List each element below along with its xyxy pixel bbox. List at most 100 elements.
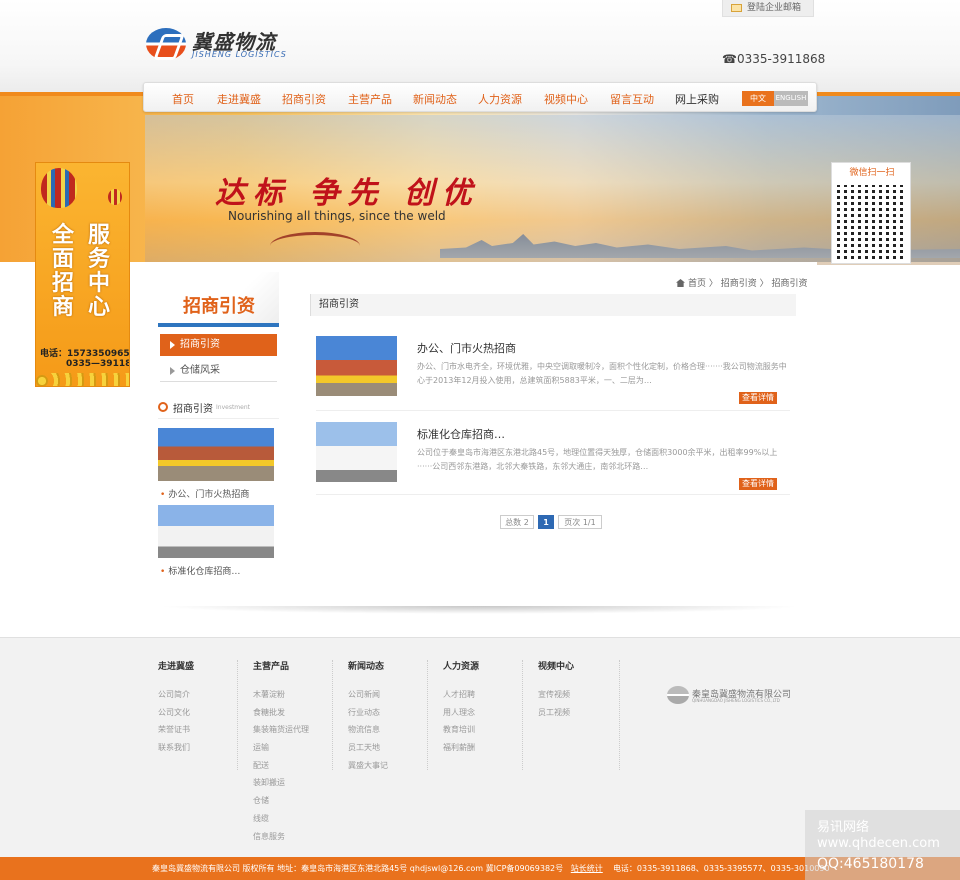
footer-link[interactable]: 宣传视频 xyxy=(538,689,574,707)
mail-label: 登陆企业邮箱 xyxy=(747,3,802,13)
footer-link[interactable]: 食糖批发 xyxy=(253,707,309,725)
copyright-text: 秦皇岛冀盛物流有限公司 版权所有 地址：秦皇岛市海港区东港北路45号 qhdjs… xyxy=(152,864,564,873)
nav-purchase[interactable]: 网上采购 xyxy=(675,91,719,107)
footer-column-products: 主营产品 木薯淀粉 食糖批发 集装箱货运代理 运输 配送 装卸搬运 仓储 线缆 … xyxy=(253,659,309,848)
footer-heading: 主营产品 xyxy=(253,662,290,672)
nav-news[interactable]: 新闻动态 xyxy=(413,91,457,107)
sidebar-item-warehouse[interactable]: 仓储风采 xyxy=(160,360,277,382)
float-ad-phone2: 0335—3911868 xyxy=(66,359,129,369)
footer-separator xyxy=(619,660,620,770)
footer-link[interactable]: 联系我们 xyxy=(158,742,194,760)
footer-link[interactable]: 员工视频 xyxy=(538,707,574,725)
wechat-qr-float[interactable]: 微信扫一扫 xyxy=(831,162,911,264)
home-icon xyxy=(676,279,685,287)
nav-about[interactable]: 走进冀盛 xyxy=(217,91,261,107)
header-phone: ☎0335-3911868 xyxy=(722,52,826,66)
lang-english-button[interactable]: ENGLISH xyxy=(774,91,808,106)
footer-link[interactable]: 物流信息 xyxy=(348,724,388,742)
investment-heading: 招商引资 xyxy=(173,404,213,415)
lang-chinese-button[interactable]: 中文 xyxy=(742,91,774,106)
header-background xyxy=(0,0,960,92)
sidebar-title: 招商引资 xyxy=(183,296,255,317)
banner-slogan-english: Nourishing all things, since the weld xyxy=(228,209,446,223)
footer-link[interactable]: 配送 xyxy=(253,760,309,778)
sidebar-header: 招商引资 xyxy=(158,272,279,327)
footer-link[interactable]: 集装箱货运代理 xyxy=(253,724,309,742)
divider xyxy=(316,410,790,411)
nav-message[interactable]: 留言互动 xyxy=(610,91,654,107)
nav-home[interactable]: 首页 xyxy=(172,91,194,107)
article-summary: 公司位于秦皇岛市海港区东港北路45号，地理位置得天独厚，仓储面积3000余平米，… xyxy=(417,448,778,471)
pager-page-1[interactable]: 1 xyxy=(538,515,554,529)
balloon-small-icon xyxy=(108,189,122,205)
footer-link[interactable]: 信息服务 xyxy=(253,831,309,849)
footer-separator xyxy=(332,660,333,770)
pager-pages: 页次 1/1 xyxy=(558,515,602,529)
watermark-line3: QQ:465180178 xyxy=(817,856,924,872)
circle-icon xyxy=(158,402,168,412)
footer-link[interactable]: 教育培训 xyxy=(443,724,479,742)
article-thumbnail[interactable] xyxy=(316,336,397,396)
footer-link[interactable]: 人才招聘 xyxy=(443,689,479,707)
sidebar-caption-office[interactable]: • 办公、门市火热招商 xyxy=(160,487,249,500)
company-logo[interactable]: 冀盛物流 JISHENG LOGISTICS xyxy=(146,26,306,68)
footer-heading: 走进冀盛 xyxy=(158,662,195,672)
view-details-button[interactable]: 查看详情 xyxy=(739,392,777,404)
nav-video[interactable]: 视频中心 xyxy=(544,91,588,107)
footer-link[interactable]: 冀盛大事记 xyxy=(348,760,388,778)
sidebar-thumbnail-office[interactable] xyxy=(158,428,274,481)
watermark-line2: www.qhdecen.com xyxy=(817,836,940,851)
balloon-icon xyxy=(41,168,77,208)
logo-icon xyxy=(146,28,186,60)
footer-link[interactable]: 用人理念 xyxy=(443,707,479,725)
footer-column-hr: 人力资源 人才招聘 用人理念 教育培训 福利薪酬 xyxy=(443,659,479,760)
watermark: 易讯网络 www.qhdecen.com QQ:465180178 xyxy=(805,810,960,880)
nav-hr[interactable]: 人力资源 xyxy=(478,91,522,107)
footer-link[interactable]: 荣誉证书 xyxy=(158,724,194,742)
breadcrumb[interactable]: 首页 〉 招商引资 〉 招商引资 xyxy=(676,276,807,289)
article-summary: 办公、门市水电齐全，环境优雅，中央空调取暖制冷，面积个性化定制，价格合理····… xyxy=(417,362,787,385)
footer-link[interactable]: 公司简介 xyxy=(158,689,194,707)
footer-separator xyxy=(522,660,523,770)
float-ad-line1: 全面招商 xyxy=(52,222,75,320)
article-title[interactable]: 办公、门市火热招商 xyxy=(417,340,516,356)
footer-link[interactable]: 装卸搬运 xyxy=(253,777,309,795)
stats-link[interactable]: 站长统计 xyxy=(571,864,603,873)
sidebar-caption-warehouse[interactable]: • 标准化仓库招商… xyxy=(160,564,240,577)
left-float-ad[interactable]: 全面招商 服务中心 电话：15733509658 0335—3911868 xyxy=(35,162,130,387)
article-thumbnail[interactable] xyxy=(316,422,397,482)
page: 登陆企业邮箱 冀盛物流 JISHENG LOGISTICS ☎0335-3911… xyxy=(0,0,960,880)
banner-slogan: 达标 争先 创优 xyxy=(215,176,480,211)
footer-column-video: 视频中心 宣传视频 员工视频 xyxy=(538,659,574,724)
footer-column-about: 走进冀盛 公司简介 公司文化 荣誉证书 联系我们 xyxy=(158,659,194,760)
footer-logo-icon xyxy=(667,686,689,704)
divider xyxy=(158,418,279,419)
footer-link[interactable]: 员工天地 xyxy=(348,742,388,760)
footer-link[interactable]: 仓储 xyxy=(253,795,309,813)
footer-link[interactable]: 木薯淀粉 xyxy=(253,689,309,707)
qr-code-image xyxy=(837,185,907,259)
content-shadow xyxy=(157,606,802,614)
bridge-image xyxy=(270,232,360,260)
footer-heading: 人力资源 xyxy=(443,662,480,672)
footer-link[interactable]: 福利薪酬 xyxy=(443,742,479,760)
footer-link[interactable]: 运输 xyxy=(253,742,309,760)
nav-investment[interactable]: 招商引资 xyxy=(282,91,326,107)
sidebar-item-investment[interactable]: 招商引资 xyxy=(160,334,277,356)
pager-total: 总数 2 xyxy=(500,515,534,529)
sidebar-thumbnail-warehouse[interactable] xyxy=(158,505,274,558)
nav-products[interactable]: 主营产品 xyxy=(348,91,392,107)
footer-link[interactable]: 公司新闻 xyxy=(348,689,388,707)
enterprise-mail-link[interactable]: 登陆企业邮箱 xyxy=(722,0,814,17)
footer-company-name-english: QINHUANGDAO JISHENG LOGISTICS CO.,LTD xyxy=(692,698,780,703)
view-details-button[interactable]: 查看详情 xyxy=(739,478,777,490)
footer-column-news: 新闻动态 公司新闻 行业动态 物流信息 员工天地 冀盛大事记 xyxy=(348,659,388,777)
float-ad-line2: 服务中心 xyxy=(88,222,111,320)
article-title[interactable]: 标准化仓库招商… xyxy=(417,426,505,442)
mail-icon xyxy=(731,4,742,12)
footer-link[interactable]: 行业动态 xyxy=(348,707,388,725)
footer-heading: 视频中心 xyxy=(538,662,575,672)
watermark-line1: 易讯网络 xyxy=(817,820,870,835)
footer-link[interactable]: 公司文化 xyxy=(158,707,194,725)
footer-link[interactable]: 线缆 xyxy=(253,813,309,831)
